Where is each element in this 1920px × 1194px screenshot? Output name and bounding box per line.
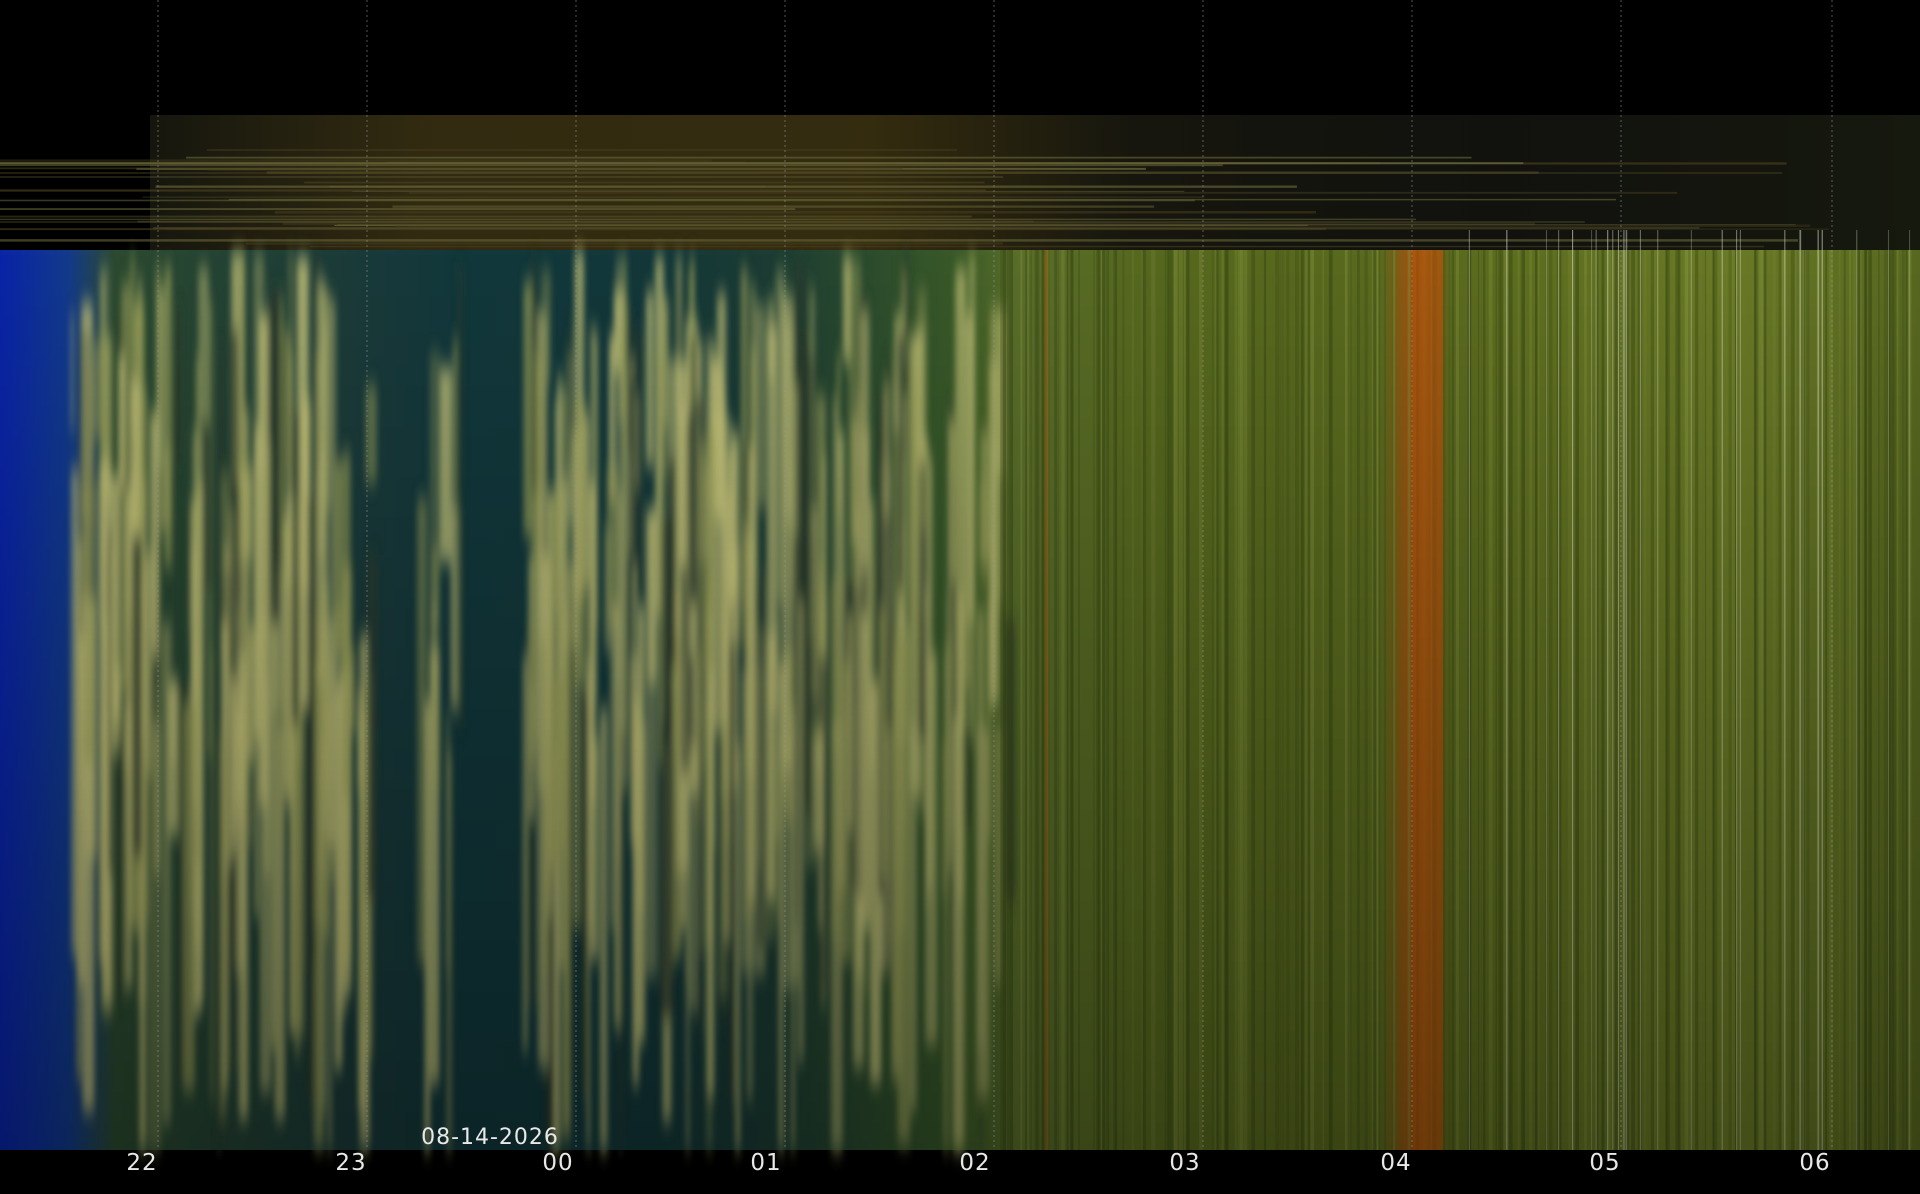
hour-tick-label: 01 <box>750 1150 782 1176</box>
keogram-image <box>0 0 1920 1190</box>
keogram-canvas: 08-14-2026 22 23 00 01 02 03 04 05 06 <box>0 0 1920 1190</box>
hour-tick-label: 00 <box>542 1150 574 1176</box>
hour-tick-label: 23 <box>335 1150 367 1176</box>
hour-tick-label: 22 <box>126 1150 158 1176</box>
date-label: 08-14-2026 <box>421 1125 559 1150</box>
hour-tick-label: 05 <box>1589 1150 1621 1176</box>
hour-tick-label: 03 <box>1169 1150 1201 1176</box>
hour-tick-label: 04 <box>1380 1150 1412 1176</box>
hour-tick-label: 02 <box>959 1150 991 1176</box>
hour-tick-label: 06 <box>1799 1150 1831 1176</box>
